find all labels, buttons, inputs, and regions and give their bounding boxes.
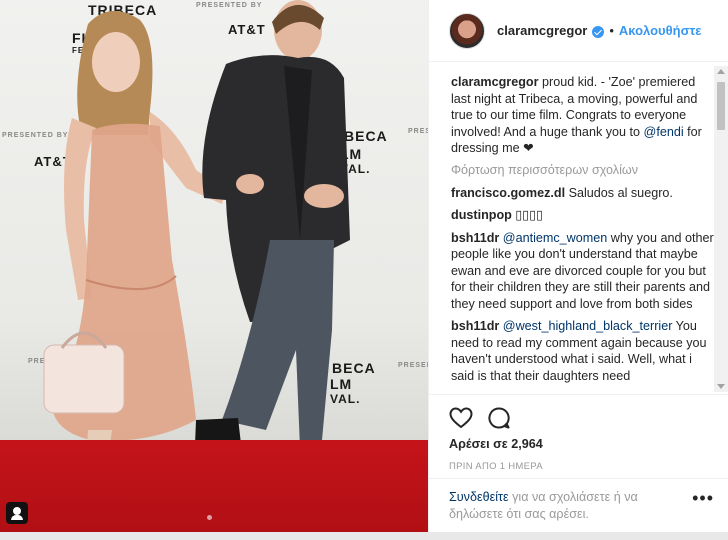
comment-username[interactable]: bsh11dr xyxy=(451,319,499,333)
comment-item: francisco.gomez.dl Saludos al suegro. xyxy=(451,185,715,202)
comment-icon[interactable] xyxy=(487,406,511,430)
post-timestamp[interactable]: ΠΡΙΝ ΑΠΟ 1 ΗΜΕΡΑ xyxy=(449,461,709,472)
comment-item: dustinpop ▯▯▯▯ xyxy=(451,207,715,224)
header-username[interactable]: claramcgregor xyxy=(497,23,587,38)
red-carpet xyxy=(0,440,428,532)
post-photo[interactable]: TRIBECAFILMFESTIVALPRESENTED BYAT&TPRESE… xyxy=(0,0,428,532)
comments-list: claramcgregor proud kid. - 'Zoe' premier… xyxy=(429,62,728,394)
comment-entries: francisco.gomez.dl Saludos al suegro. dus… xyxy=(451,185,715,385)
login-to-comment: Συνδεθείτε για να σχολιάσετε ή να δηλώσε… xyxy=(429,478,728,532)
login-link[interactable]: Συνδεθείτε xyxy=(449,490,509,504)
heart-icon[interactable] xyxy=(449,407,473,429)
load-more-comments-button[interactable]: Φόρτωση περισσότερων σχολίων xyxy=(451,163,715,177)
scroll-up-arrow-icon[interactable] xyxy=(717,69,725,74)
comment-text: ▯▯▯▯ xyxy=(511,208,544,222)
avatar[interactable] xyxy=(449,12,485,49)
caption-username[interactable]: claramcgregor xyxy=(451,75,539,89)
action-icons xyxy=(449,403,709,433)
comment-item: bsh11dr @west_highland_black_terrier You… xyxy=(451,318,715,384)
comment-item: bsh11dr @antiemc_women why you and other… xyxy=(451,230,715,313)
comment-username[interactable]: francisco.gomez.dl xyxy=(451,186,565,200)
post-side-panel: claramcgregor • Ακολουθήστε claramcgrego… xyxy=(428,0,728,532)
scroll-thumb[interactable] xyxy=(717,82,725,130)
comment-text: Saludos al suegro. xyxy=(565,185,673,200)
comment-username[interactable]: bsh11dr xyxy=(451,231,499,245)
window-bottom-edge xyxy=(0,532,728,540)
comments-scrollbar[interactable] xyxy=(714,66,728,392)
verified-badge-icon xyxy=(592,25,605,38)
likes-count[interactable]: Αρέσει σε 2,964 xyxy=(449,437,709,451)
post-header: claramcgregor • Ακολουθήστε xyxy=(429,0,728,62)
caption: claramcgregor proud kid. - 'Zoe' premier… xyxy=(451,74,715,157)
comment-mention[interactable]: @west_highland_black_terrier xyxy=(503,319,673,333)
photo-pager xyxy=(207,515,212,520)
more-options-icon[interactable]: ••• xyxy=(692,488,714,509)
comment-username[interactable]: dustinpop xyxy=(451,208,512,222)
scroll-down-arrow-icon[interactable] xyxy=(717,384,725,389)
caption-mention[interactable]: @fendi xyxy=(644,125,684,139)
user-tag-icon[interactable] xyxy=(6,502,28,524)
comment-mention[interactable]: @antiemc_women xyxy=(503,231,607,245)
follow-button[interactable]: Ακολουθήστε xyxy=(619,23,702,38)
post-actions: Αρέσει σε 2,964 ΠΡΙΝ ΑΠΟ 1 ΗΜΕΡΑ xyxy=(429,394,728,472)
header-separator: • xyxy=(609,23,614,38)
